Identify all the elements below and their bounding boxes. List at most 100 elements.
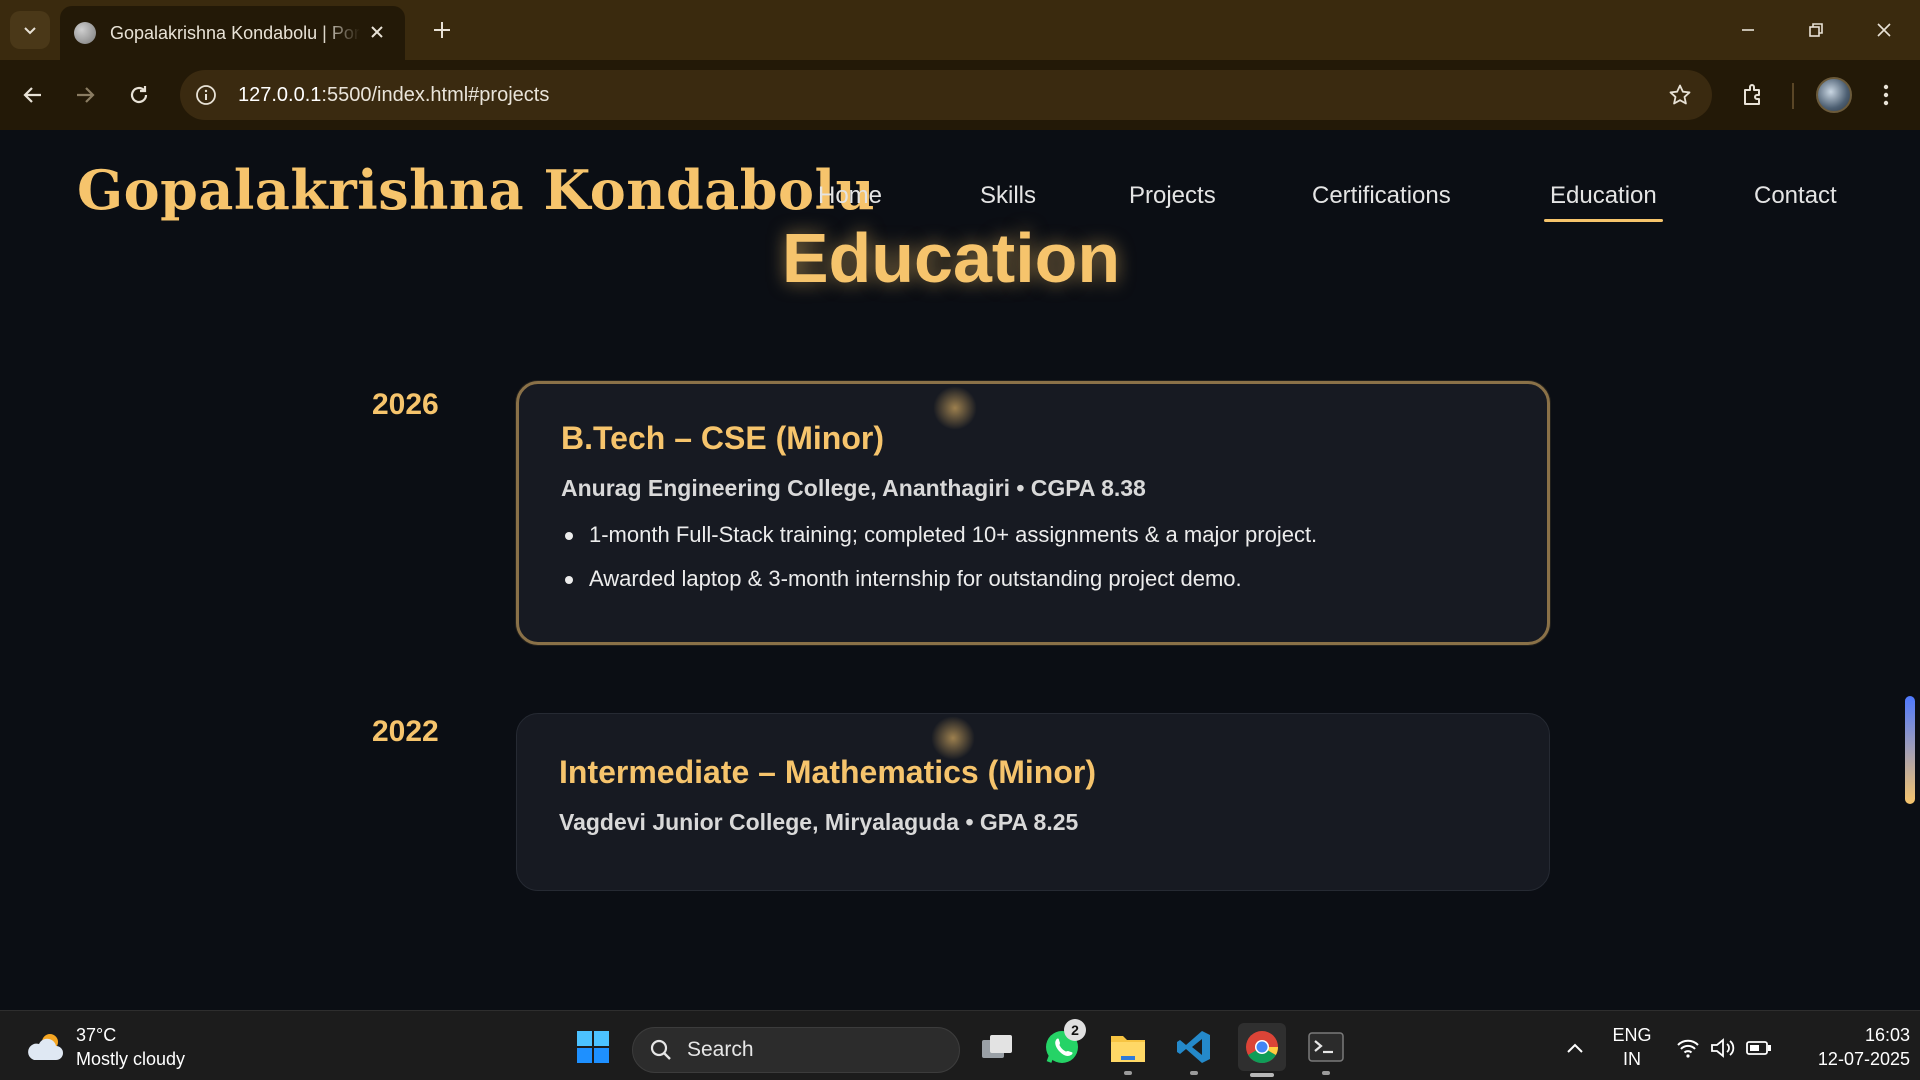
window-close-button[interactable] bbox=[1856, 8, 1912, 52]
terminal-icon bbox=[1308, 1032, 1344, 1062]
tab-search-icon bbox=[24, 27, 36, 35]
education-subtitle: Anurag Engineering College, Ananthagiri … bbox=[561, 475, 1146, 501]
weather-desc: Mostly cloudy bbox=[76, 1049, 186, 1069]
show-hidden-icons-button[interactable] bbox=[1562, 1035, 1588, 1061]
nav-link-certifications[interactable]: Certifications bbox=[1312, 182, 1451, 210]
wifi-icon bbox=[1677, 1039, 1699, 1058]
list-item: Awarded laptop & 3-month internship for … bbox=[561, 566, 1505, 592]
education-title: B.Tech – CSE (Minor) bbox=[561, 420, 884, 456]
taskbar-app-whatsapp[interactable]: 2 bbox=[1040, 1019, 1086, 1069]
restore-icon bbox=[1809, 23, 1823, 37]
file-explorer-icon bbox=[1111, 1036, 1145, 1062]
system-clock[interactable]: 16:03 12-07-2025 bbox=[1790, 1023, 1910, 1071]
volume-icon bbox=[1711, 1038, 1735, 1058]
bookmark-star-button[interactable] bbox=[1666, 81, 1694, 109]
taskbar-app-vscode[interactable] bbox=[1172, 1025, 1216, 1075]
address-bar[interactable]: 127.0.0.1:5500/index.html#projects bbox=[180, 70, 1712, 120]
reload-icon bbox=[130, 86, 148, 104]
timeline-dot bbox=[931, 716, 975, 760]
extensions-button[interactable] bbox=[1732, 74, 1774, 116]
site-brand[interactable]: Gopalakrishna Kondabolu bbox=[77, 158, 875, 222]
education-title: Intermediate – Mathematics (Minor) bbox=[559, 754, 1096, 790]
wifi-status[interactable] bbox=[1675, 1035, 1701, 1061]
nav-link-skills[interactable]: Skills bbox=[980, 182, 1036, 210]
url-path: :5500/index.html#projects bbox=[321, 83, 550, 106]
minimize-icon bbox=[1742, 29, 1754, 31]
tab-search-button[interactable] bbox=[10, 11, 50, 49]
kebab-menu-icon bbox=[1883, 84, 1889, 106]
task-view-button[interactable] bbox=[976, 1025, 1020, 1069]
education-details-list: 1-month Full-Stack training; completed 1… bbox=[561, 522, 1505, 592]
education-card[interactable]: B.Tech – CSE (Minor) Anurag Engineering … bbox=[516, 381, 1550, 645]
timeline-year: 2026 bbox=[372, 388, 439, 421]
nav-link-projects[interactable]: Projects bbox=[1129, 182, 1216, 210]
restore-button[interactable] bbox=[1788, 8, 1844, 52]
tab-close-button[interactable] bbox=[365, 20, 389, 44]
weather-cloud-icon bbox=[24, 1030, 64, 1064]
back-icon bbox=[23, 87, 41, 103]
notification-badge: 2 bbox=[1064, 1019, 1086, 1041]
windows-start-icon bbox=[577, 1031, 609, 1063]
volume-status[interactable] bbox=[1710, 1035, 1736, 1061]
clock-time: 16:03 bbox=[1864, 1025, 1910, 1045]
star-icon bbox=[1669, 84, 1691, 105]
language-region: IN bbox=[1623, 1049, 1641, 1069]
timeline-year: 2022 bbox=[372, 715, 439, 748]
battery-status[interactable] bbox=[1746, 1035, 1772, 1061]
globe-favicon-icon bbox=[74, 22, 96, 44]
web-page: Gopalakrishna Kondabolu Home Skills Proj… bbox=[0, 130, 1920, 1010]
battery-icon bbox=[1746, 1041, 1771, 1055]
weather-text: 37°C Mostly cloudy bbox=[76, 1023, 185, 1071]
taskbar-app-terminal[interactable] bbox=[1304, 1025, 1348, 1075]
windows-taskbar: 37°C Mostly cloudy Search 2 ENG IN 16:03… bbox=[0, 1010, 1920, 1080]
extensions-icon bbox=[1744, 84, 1760, 105]
section-title: Education bbox=[781, 219, 1121, 297]
vscode-icon bbox=[1177, 1031, 1210, 1063]
reload-button[interactable] bbox=[118, 74, 160, 116]
back-button[interactable] bbox=[12, 74, 54, 116]
language-code: ENG bbox=[1612, 1025, 1652, 1045]
close-icon bbox=[1877, 23, 1891, 37]
nav-link-contact[interactable]: Contact bbox=[1754, 182, 1837, 210]
taskbar-app-chrome[interactable] bbox=[1238, 1023, 1286, 1077]
browser-tab-active[interactable]: Gopalakrishna Kondabolu | Portfolio bbox=[60, 6, 405, 60]
running-indicator bbox=[1322, 1071, 1330, 1075]
weather-widget[interactable]: 37°C Mostly cloudy bbox=[24, 1023, 185, 1071]
plus-icon bbox=[434, 22, 450, 38]
taskbar-app-file-explorer[interactable] bbox=[1106, 1025, 1150, 1075]
search-icon bbox=[650, 1039, 671, 1060]
taskbar-search[interactable]: Search bbox=[632, 1027, 960, 1073]
running-indicator bbox=[1190, 1071, 1198, 1075]
toolbar-divider bbox=[1792, 83, 1794, 109]
profile-avatar[interactable] bbox=[1816, 77, 1852, 113]
education-card[interactable]: Intermediate – Mathematics (Minor) Vagde… bbox=[516, 713, 1550, 891]
clock-date: 12-07-2025 bbox=[1817, 1049, 1910, 1069]
nav-link-home[interactable]: Home bbox=[818, 182, 882, 210]
weather-temp: 37°C bbox=[76, 1025, 117, 1045]
browser-menu-button[interactable] bbox=[1868, 74, 1904, 116]
browser-toolbar: 127.0.0.1:5500/index.html#projects bbox=[0, 60, 1920, 130]
tab-title: Gopalakrishna Kondabolu | Portfolio bbox=[110, 22, 360, 43]
page-scrollbar-thumb[interactable] bbox=[1905, 696, 1915, 804]
minimize-button[interactable] bbox=[1720, 8, 1776, 52]
running-indicator bbox=[1124, 1071, 1132, 1075]
running-indicator bbox=[1250, 1073, 1274, 1077]
forward-icon bbox=[77, 87, 95, 103]
task-view-icon bbox=[982, 1035, 1012, 1058]
site-info-button[interactable] bbox=[186, 75, 226, 115]
start-button[interactable] bbox=[571, 1025, 615, 1069]
close-icon bbox=[371, 26, 383, 38]
info-icon bbox=[196, 85, 216, 105]
language-indicator[interactable]: ENG IN bbox=[1612, 1023, 1652, 1071]
url-text: 127.0.0.1:5500/index.html#projects bbox=[238, 84, 549, 107]
timeline-dot bbox=[933, 386, 977, 430]
list-item: 1-month Full-Stack training; completed 1… bbox=[561, 522, 1505, 548]
forward-button[interactable] bbox=[64, 74, 106, 116]
chrome-icon bbox=[1246, 1031, 1279, 1063]
education-subtitle: Vagdevi Junior College, Miryalaguda • GP… bbox=[559, 809, 1079, 835]
search-label: Search bbox=[687, 1038, 754, 1061]
new-tab-button[interactable] bbox=[424, 12, 460, 48]
browser-tabstrip: Gopalakrishna Kondabolu | Portfolio bbox=[0, 0, 1920, 60]
chevron-up-icon bbox=[1567, 1043, 1583, 1053]
nav-link-education[interactable]: Education bbox=[1544, 182, 1663, 222]
